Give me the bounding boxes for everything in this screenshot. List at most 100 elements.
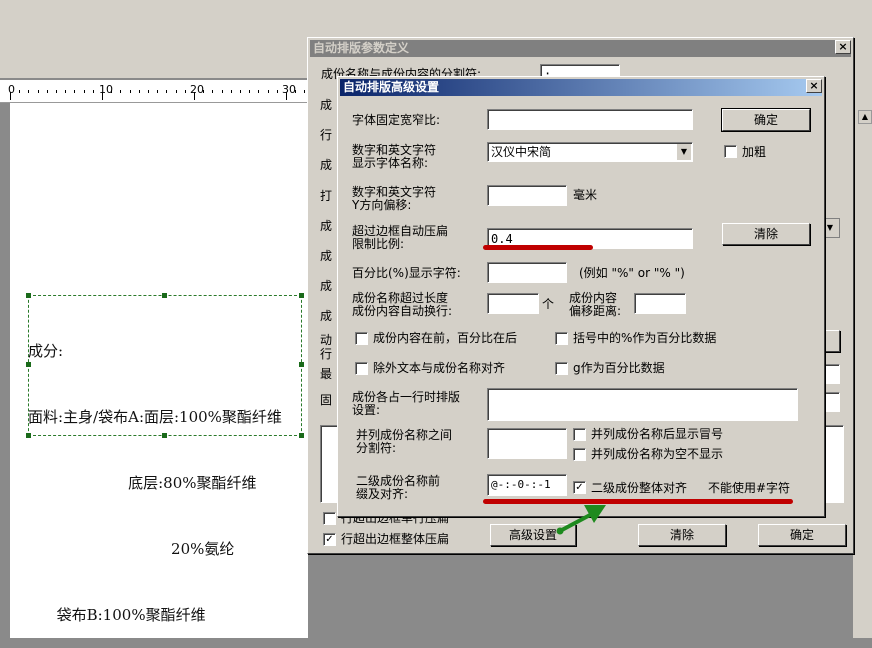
close-icon[interactable]: ×: [806, 79, 822, 93]
g-percent-label: g作为百分比数据: [573, 361, 665, 375]
hidden-label: 成: [320, 249, 333, 263]
ruler-tick: [92, 90, 94, 93]
ruler-tick: [129, 90, 131, 93]
ruler-label: 20: [190, 83, 204, 96]
ruler: 0 10 20 30: [0, 80, 315, 103]
separate-line-input[interactable]: [487, 388, 798, 421]
ruler-tick: [157, 90, 159, 93]
ruler-tick: [102, 92, 103, 100]
percent-char-input[interactable]: [487, 262, 567, 283]
preview-line: 面料:主身/袋布A:面层:100%聚酯纤维: [28, 408, 282, 426]
ruler-tick: [56, 90, 57, 93]
clear-button[interactable]: 清除: [638, 524, 726, 546]
hidden-label: 成: [320, 279, 333, 293]
preview-line: 底层:80%聚酯纤维: [28, 474, 257, 492]
ruler-tick: [184, 90, 186, 93]
content-first-label: 成份内容在前，百分比在后: [373, 331, 518, 345]
ruler-tick: [111, 90, 113, 93]
wrap-compress-checkbox[interactable]: [323, 512, 336, 525]
dialog-titlebar: 自动排版参数定义: [310, 40, 851, 57]
g-percent-checkbox[interactable]: [555, 362, 568, 375]
green-arrow-icon: [556, 505, 606, 535]
ruler-tick: [37, 90, 39, 93]
ruler-tick: [249, 90, 251, 93]
content-first-checkbox[interactable]: [355, 332, 368, 345]
ruler-tick: [230, 90, 232, 93]
align-except-label: 除外文本与成份名称对齐: [373, 361, 506, 375]
ruler-tick: [46, 90, 48, 93]
ok-button[interactable]: 确定: [758, 524, 846, 546]
hidden-label: 最: [320, 367, 333, 381]
ruler-tick: [83, 90, 85, 93]
digits-font-select[interactable]: 汉仪中宋简 ▼: [487, 142, 693, 162]
resize-handle[interactable]: [299, 433, 304, 438]
hidden-label: 成: [320, 98, 333, 112]
clear-button[interactable]: 清除: [722, 223, 810, 245]
font-fixed-input[interactable]: [487, 109, 693, 130]
hidden-label: 行: [320, 347, 333, 361]
ruler-tick: [203, 90, 205, 93]
red-underline-annotation: [483, 245, 593, 250]
separate-line-label: 设置:: [352, 403, 381, 417]
compress-ratio-label: 限制比例:: [352, 237, 405, 251]
indent-input[interactable]: [634, 293, 686, 314]
ruler-tick: [28, 90, 30, 93]
ruler-tick: [286, 92, 287, 100]
ruler-tick: [267, 90, 269, 93]
ruler-tick: [74, 90, 76, 93]
ok-button[interactable]: 确定: [721, 108, 811, 132]
hide-empty-checkbox[interactable]: [573, 448, 586, 461]
ruler-tick: [212, 90, 214, 93]
indent-label: 偏移距离:: [569, 304, 622, 318]
ruler-tick: [166, 90, 168, 93]
second-level-label: 缀及对齐:: [356, 487, 409, 501]
ruler-tick: [258, 90, 260, 93]
label-preview-text: 成分: 面料:主身/袋布A:面层:100%聚酯纤维 底层:80%聚酯纤维 20%…: [28, 296, 282, 648]
ruler-tick: [175, 90, 177, 93]
digits-font-value: 汉仪中宋简: [491, 145, 552, 159]
left-margin: [0, 103, 10, 638]
parallel-sep-input[interactable]: [487, 428, 567, 459]
chevron-down-icon[interactable]: ▼: [676, 144, 691, 160]
resize-handle[interactable]: [299, 362, 304, 367]
ruler-tick: [19, 90, 21, 93]
hidden-label: 行: [320, 128, 333, 142]
hidden-label: 成: [320, 158, 333, 172]
parallel-sep-label: 分割符:: [356, 441, 397, 455]
hidden-label: 成: [320, 219, 333, 233]
y-offset-label: Y方向偏移:: [352, 198, 412, 212]
ruler-tick: [10, 92, 11, 100]
show-colon-checkbox[interactable]: [573, 428, 586, 441]
font-fixed-label: 字体固定宽窄比:: [352, 113, 441, 127]
close-icon[interactable]: ×: [835, 40, 851, 54]
preview-line: 成分:: [28, 342, 64, 360]
ruler-tick: [194, 92, 195, 100]
hidden-label: 动: [320, 333, 333, 347]
second-align-label: 二级成份整体对齐: [591, 481, 688, 495]
ruler-tick: [295, 90, 297, 93]
y-offset-input[interactable]: [487, 185, 567, 206]
whole-compress-checkbox[interactable]: ✓: [323, 533, 336, 546]
name-length-label: 成份内容自动换行:: [352, 304, 453, 318]
second-level-input[interactable]: @-:-0-:-1: [487, 474, 567, 496]
second-align-checkbox[interactable]: ✓: [573, 481, 586, 494]
ruler-tick: [304, 90, 306, 93]
ruler-tick: [148, 90, 149, 93]
hidden-label: 打: [320, 189, 333, 203]
ruler-label: 30: [282, 83, 296, 96]
hide-empty-label: 并列成份名称为空不显示: [591, 447, 724, 461]
bracket-percent-label: 括号中的%作为百分比数据: [573, 331, 717, 345]
no-hash-note: 不能使用#字符: [708, 481, 791, 495]
ruler-tick: [221, 90, 223, 93]
resize-handle[interactable]: [299, 293, 304, 298]
align-except-checkbox[interactable]: [355, 362, 368, 375]
scroll-up-icon[interactable]: ▲: [858, 110, 872, 124]
name-length-input[interactable]: [487, 293, 539, 314]
ruler-tick: [240, 90, 241, 93]
bracket-percent-checkbox[interactable]: [555, 332, 568, 345]
ruler-tick: [65, 90, 67, 93]
preview-line: 20%氨纶: [28, 540, 235, 558]
red-underline-annotation: [483, 499, 793, 504]
hidden-label: 成: [320, 309, 333, 323]
bold-checkbox[interactable]: [724, 145, 737, 158]
